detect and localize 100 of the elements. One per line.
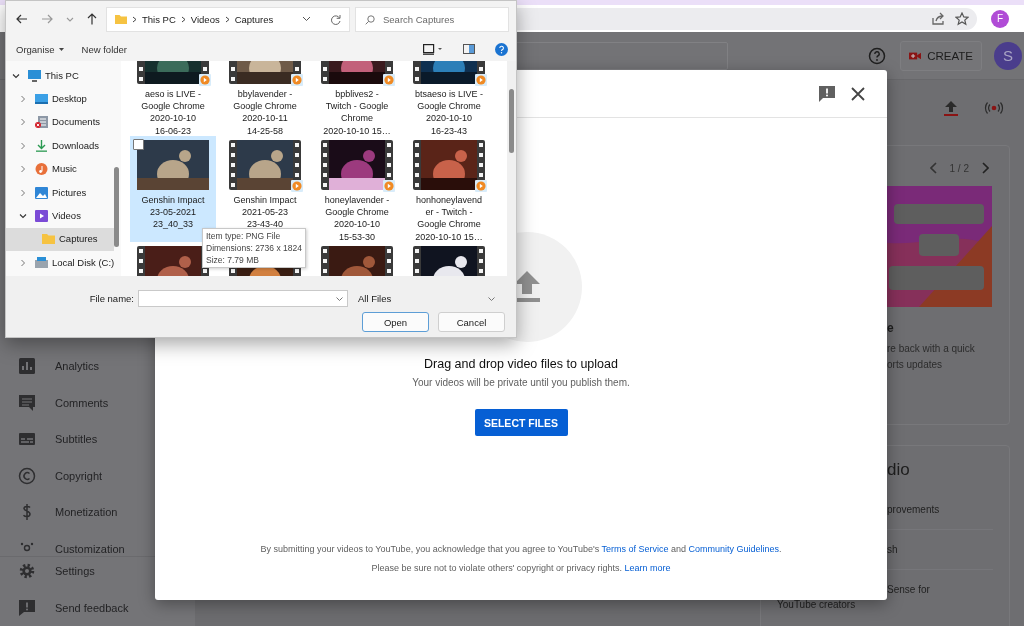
file-name: bbylavender - Google Chrome 2020-10-11 14-25-58 (233, 88, 297, 137)
analytics-icon (18, 357, 36, 376)
file-name: Genshin Impact 2021-05-23 23-43-40 (233, 194, 297, 231)
chevron-left-icon[interactable] (929, 162, 938, 174)
scrollbar[interactable] (509, 89, 514, 153)
chevron-right-icon[interactable] (981, 162, 989, 174)
folder-icon (42, 233, 55, 246)
upload-heading: Drag and drop video files to upload (424, 357, 618, 371)
file-name: btsaeso is LIVE - Google Chrome 2020-10-10 16-23-43 (414, 88, 483, 137)
chevron-down-icon (336, 296, 343, 301)
feedback-icon (18, 598, 36, 617)
upload-icon[interactable] (944, 99, 958, 116)
folder-icon (115, 14, 127, 24)
address-field[interactable]: This PC Videos Captures (106, 6, 350, 32)
file-item[interactable]: bpblives2 - Twitch - Google Chrome 2020-10-10 15… (314, 61, 400, 136)
upload-icon (514, 271, 540, 303)
desktop-icon (35, 93, 48, 106)
help-icon[interactable] (868, 46, 886, 65)
drive-icon (35, 256, 48, 269)
tree-item[interactable]: Music (6, 157, 114, 181)
settings-icon (18, 562, 36, 581)
download-icon (35, 139, 48, 152)
tooltip-text: Size: 7.79 MB (206, 254, 260, 266)
select-files-button[interactable]: SELECT FILES (474, 409, 568, 436)
play-badge-icon (383, 180, 395, 192)
back-icon[interactable] (16, 14, 28, 24)
news-description: re back with a quick orts updates (887, 342, 976, 372)
tree-item[interactable]: Captures (6, 227, 114, 252)
close-icon[interactable] (851, 86, 865, 101)
file-item[interactable]: honeylavender - Google Chrome 2020-10-10 15-53-30 (314, 136, 400, 242)
tree-item[interactable]: Local Disk (C:) (6, 251, 114, 275)
view-icon[interactable] (423, 43, 443, 55)
search-field[interactable]: Search Captures (355, 6, 509, 32)
file-item[interactable]: bbylavender - Google Chrome 2020-10-11 14-25-58 (222, 61, 308, 136)
pictures-icon (35, 186, 48, 199)
chevron-down-icon[interactable] (19, 212, 27, 221)
cancel-button[interactable]: Cancel (438, 312, 505, 332)
computer-icon (28, 69, 41, 82)
organise-menu[interactable]: Organise (14, 43, 66, 55)
text-link[interactable]: Terms of Service (601, 544, 669, 554)
file-item[interactable]: btsaeso is LIVE - Google Chrome 2020-10-10 16-23-43 (406, 61, 492, 136)
chevron-right-icon (132, 15, 137, 23)
file-item[interactable]: honhoneylavend er - Twitch - Google Chrome 2020-10-10 15… (406, 136, 492, 242)
star-icon[interactable] (955, 11, 969, 26)
open-button[interactable]: Open (362, 312, 429, 332)
caret-icon (58, 47, 64, 51)
terms-text: By submitting your videos to YouTube, you acknowledge that you agree to YouTube's Terms of Service and Community Guidelines. (260, 543, 782, 556)
file-name: aeso is LIVE - Google Chrome 2020-10-10 16-06-23 (141, 88, 205, 137)
play-badge-icon (475, 74, 487, 86)
help-icon[interactable] (495, 42, 508, 56)
create-button[interactable]: CREATE (900, 40, 982, 71)
forward-icon[interactable] (41, 14, 53, 24)
breadcrumb-item[interactable]: Captures (234, 13, 274, 25)
play-badge-icon (383, 74, 395, 86)
text-link[interactable]: Learn more (624, 563, 671, 573)
live-icon[interactable] (984, 100, 1004, 115)
file-name-label: File name: (88, 293, 135, 304)
feedback-icon[interactable] (819, 85, 835, 102)
search-icon (365, 14, 375, 25)
page-counter: 1 / 2 (949, 162, 969, 174)
videos-icon (35, 210, 48, 223)
chevron-down-icon (488, 296, 495, 301)
scrollbar[interactable] (114, 167, 119, 247)
file-name: honhoneylavend er - Twitch - Google Chrome 2020-10-10 15… (415, 194, 483, 243)
preview-pane-icon[interactable] (463, 44, 475, 54)
tree-item[interactable]: Documents (6, 110, 114, 135)
chevron-right-icon (180, 15, 186, 23)
chevron-down-icon[interactable] (302, 16, 311, 22)
chevron-down-icon[interactable] (12, 71, 20, 80)
new-folder-button[interactable]: New folder (79, 43, 129, 55)
play-badge-icon (291, 180, 303, 192)
play-badge-icon (199, 74, 211, 86)
play-badge-icon (291, 74, 303, 86)
privacy-notice: Please be sure not to violate others' copyright or privacy rights. Learn more (371, 562, 671, 575)
tree-item[interactable]: Downloads (6, 134, 114, 158)
card-title: dio (887, 460, 911, 480)
tree-item[interactable]: This PC (6, 64, 114, 88)
file-name-field[interactable] (138, 290, 348, 307)
upload-subheading: Your videos will be private until you publish them. (412, 377, 630, 388)
up-arrow-icon[interactable] (87, 13, 97, 25)
tree-item[interactable]: Videos (6, 204, 114, 228)
file-name: bpblives2 - Twitch - Google Chrome 2020-10-10 15… (323, 88, 391, 137)
music-icon (35, 163, 48, 176)
news-title: e (887, 321, 895, 335)
refresh-icon[interactable] (330, 13, 341, 25)
checkbox[interactable] (133, 139, 144, 150)
comment-icon (18, 393, 36, 412)
file-item[interactable]: aeso is LIVE - Google Chrome 2020-10-10 16-06-23 (130, 61, 216, 136)
tooltip-text: Dimensions: 2736 x 1824 (206, 242, 302, 254)
breadcrumb-item[interactable]: This PC (142, 13, 176, 25)
tree-item[interactable]: Desktop (6, 87, 114, 111)
share-icon[interactable] (931, 11, 945, 26)
breadcrumb-item[interactable]: Videos (190, 13, 220, 25)
profile-avatar[interactable]: F (991, 9, 1009, 28)
file-name: Genshin Impact 23-05-2021 23_40_33 (141, 194, 205, 231)
documents-icon (35, 116, 48, 129)
chevron-right-icon (224, 15, 230, 23)
account-avatar[interactable]: S (994, 41, 1022, 70)
tree-item[interactable]: Pictures (6, 180, 114, 205)
play-badge-icon (475, 180, 487, 192)
